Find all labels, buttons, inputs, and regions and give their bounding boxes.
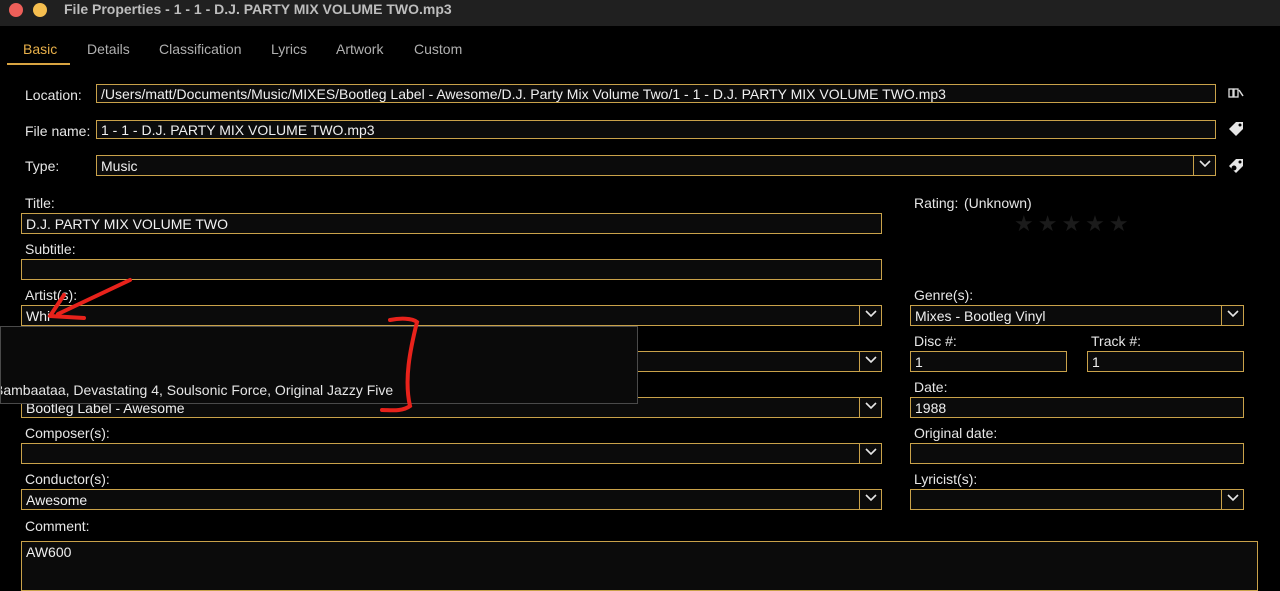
comment-label: Comment:	[25, 518, 90, 534]
disc-field[interactable]: 1	[910, 351, 1067, 372]
disc-value: 1	[915, 354, 923, 370]
genre-value: Mixes - Bootleg Vinyl	[915, 308, 1046, 324]
window-titlebar: File Properties - 1 - 1 - D.J. PARTY MIX…	[0, 0, 1280, 26]
genre-label: Genre(s):	[914, 287, 974, 303]
date-value: 1988	[915, 400, 947, 416]
chevron-down-icon[interactable]	[859, 443, 881, 464]
chevron-down-icon[interactable]	[1221, 489, 1243, 510]
folder-browse-icon[interactable]	[1228, 86, 1244, 103]
type-value: Music	[101, 158, 138, 174]
comment-value: AW600	[26, 544, 72, 560]
active-tab-indicator	[7, 63, 70, 65]
subtitle-label: Subtitle:	[25, 241, 76, 257]
rating-stars[interactable]: ★★★★★	[1014, 211, 1133, 237]
subtitle-field[interactable]	[21, 259, 882, 280]
lyricists-label: Lyricist(s):	[914, 471, 978, 487]
tab-artwork[interactable]: Artwork	[336, 41, 383, 57]
tab-basic[interactable]: Basic	[23, 41, 57, 57]
type-select[interactable]: Music	[96, 155, 1216, 176]
date-label: Date:	[914, 379, 948, 395]
track-field[interactable]: 1	[1087, 351, 1244, 372]
artists-combo[interactable]: Whi	[21, 305, 882, 326]
conductors-label: Conductor(s):	[25, 471, 110, 487]
original-date-label: Original date:	[914, 425, 998, 441]
title-value: D.J. PARTY MIX VOLUME TWO	[26, 216, 228, 232]
chevron-down-icon[interactable]	[1221, 305, 1243, 326]
file-name-field[interactable]: 1 - 1 - D.J. PARTY MIX VOLUME TWO.mp3	[96, 120, 1216, 139]
type-label: Type:	[25, 158, 60, 174]
composers-label: Composer(s):	[25, 425, 110, 441]
location-label: Location:	[25, 87, 82, 103]
date-field[interactable]: 1988	[910, 397, 1244, 418]
autocomplete-suggestion[interactable]: Bambaataa, Devastating 4, Soulsonic Forc…	[1, 382, 393, 398]
chevron-down-icon[interactable]	[859, 351, 881, 372]
comment-textarea[interactable]: AW600	[21, 541, 1258, 591]
location-value: /Users/matt/Documents/Music/MIXES/Bootle…	[101, 86, 946, 102]
rating-value: (Unknown)	[964, 195, 1032, 211]
tag-icon[interactable]	[1227, 120, 1245, 141]
minimize-window-button[interactable]	[33, 3, 47, 17]
window-title: File Properties - 1 - 1 - D.J. PARTY MIX…	[64, 1, 452, 17]
close-window-button[interactable]	[9, 3, 23, 17]
chevron-down-icon[interactable]	[859, 489, 881, 510]
chevron-down-icon[interactable]	[1193, 155, 1215, 176]
location-field[interactable]: /Users/matt/Documents/Music/MIXES/Bootle…	[96, 84, 1216, 103]
original-date-field[interactable]	[910, 443, 1244, 464]
tag-gear-icon[interactable]	[1227, 156, 1246, 178]
disc-label: Disc #:	[914, 333, 957, 349]
conductors-value: Awesome	[26, 492, 88, 508]
composers-combo[interactable]	[21, 443, 882, 464]
tab-details[interactable]: Details	[87, 41, 130, 57]
autocomplete-popup: Bambaataa, Devastating 4, Soulsonic Forc…	[0, 326, 638, 404]
artists-value: Whi	[26, 308, 51, 324]
tab-custom[interactable]: Custom	[414, 41, 462, 57]
tab-lyrics[interactable]: Lyrics	[271, 41, 307, 57]
conductors-combo[interactable]: Awesome	[21, 489, 882, 510]
title-field[interactable]: D.J. PARTY MIX VOLUME TWO	[21, 213, 882, 234]
lyricists-combo[interactable]	[910, 489, 1244, 510]
chevron-down-icon[interactable]	[859, 397, 881, 418]
genre-combo[interactable]: Mixes - Bootleg Vinyl	[910, 305, 1244, 326]
tab-classification[interactable]: Classification	[159, 41, 241, 57]
track-label: Track #:	[1091, 333, 1142, 349]
title-label: Title:	[25, 195, 55, 211]
track-value: 1	[1092, 354, 1100, 370]
file-name-label: File name:	[25, 123, 91, 139]
chevron-down-icon[interactable]	[859, 305, 881, 326]
artists-label: Artist(s):	[25, 287, 78, 303]
rating-label: Rating:	[914, 195, 959, 211]
file-name-value: 1 - 1 - D.J. PARTY MIX VOLUME TWO.mp3	[101, 122, 375, 138]
